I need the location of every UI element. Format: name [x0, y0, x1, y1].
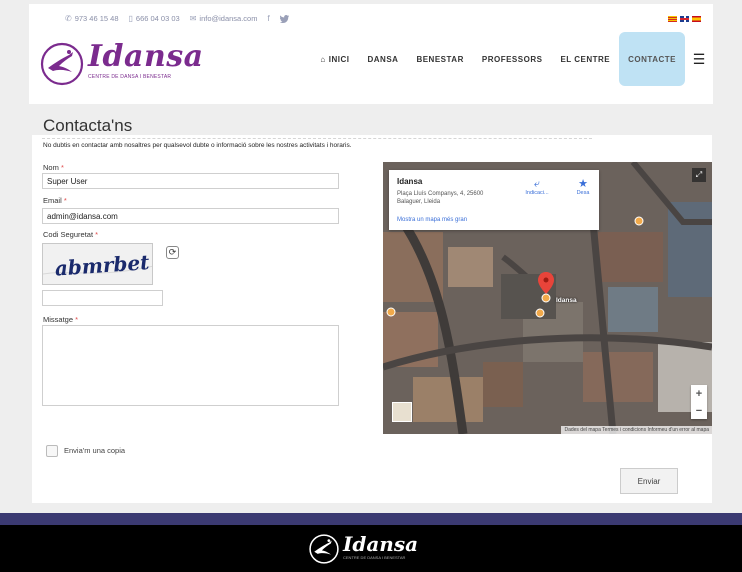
map-place-address: Plaça Lluís Companys, 4, 25600 Balaguer,…	[397, 191, 484, 205]
email-label: Email *	[43, 196, 67, 205]
captcha-image: abmrbet	[42, 243, 153, 285]
mobile-link[interactable]: ▯ 666 04 03 03	[129, 14, 180, 23]
message-label: Missatge *	[43, 315, 79, 324]
facebook-icon[interactable]: f	[267, 14, 269, 23]
nav-item-contacte[interactable]: CONTACTE	[619, 32, 685, 86]
language-switcher	[668, 16, 701, 22]
name-label: Nom *	[43, 163, 64, 172]
star-icon: ★	[578, 178, 588, 190]
mobile-icon: ▯	[128, 14, 133, 23]
larger-map-link[interactable]: Mostra un mapa més gran	[397, 217, 467, 223]
brand-tagline: CENTRE DE DANSA I BENESTAR	[88, 74, 172, 80]
nav-item-professors[interactable]: PROFESSORS	[473, 32, 552, 86]
dancer-logo-icon	[309, 534, 339, 564]
zoom-control: + −	[691, 385, 707, 419]
google-map[interactable]: Idansa Idansa Plaça Lluís Companys, 4, 2…	[383, 162, 712, 434]
map-info-card: Idansa Plaça Lluís Companys, 4, 25600 Ba…	[389, 170, 599, 230]
english-flag-icon[interactable]	[680, 16, 689, 22]
zoom-in-button[interactable]: +	[691, 385, 707, 402]
dancer-logo-icon	[40, 42, 84, 86]
home-icon: ⌂	[320, 54, 326, 64]
send-copy-label: Envia'm una copia	[64, 446, 126, 455]
main-nav: ⌂ INICI DANSA BENESTAR PROFESSORS EL CENT…	[311, 32, 713, 86]
footer-logo[interactable]: Idansa CENTRE DE DANSA I BENESTAR	[308, 533, 418, 565]
brand-name: Idansa	[88, 39, 204, 74]
phone-link[interactable]: ✆ 973 46 15 48	[65, 14, 119, 23]
title-divider	[42, 138, 592, 139]
fullscreen-icon[interactable]: ⤢	[692, 168, 706, 182]
hamburger-menu-icon[interactable]: ☰	[685, 32, 713, 86]
map-attribution[interactable]: Dades del mapa Termes i condicions Infor…	[561, 426, 712, 434]
footer-stripe	[0, 513, 742, 525]
zoom-out-button[interactable]: −	[691, 402, 707, 419]
captcha-label: Codi Seguretat *	[43, 230, 99, 239]
contact-content: Contacta'ns No dubtis en contactar amb n…	[32, 116, 712, 503]
nav-item-inici[interactable]: ⌂ INICI	[311, 32, 358, 86]
site-footer: Idansa CENTRE DE DANSA I BENESTAR	[0, 525, 742, 572]
twitter-icon[interactable]	[279, 14, 289, 23]
directions-button[interactable]: ⤶ Indicaci...	[519, 178, 555, 196]
email-link[interactable]: ✉ info@idansa.com	[190, 14, 258, 23]
captcha-input[interactable]	[42, 290, 163, 306]
captcha-refresh-icon[interactable]: ⟳	[166, 246, 179, 259]
footer-brand-name: Idansa	[343, 532, 419, 556]
name-field[interactable]: Super User	[42, 173, 339, 189]
spanish-flag-icon[interactable]	[692, 16, 701, 22]
nav-item-el-centre[interactable]: EL CENTRE	[551, 32, 619, 86]
send-copy-checkbox[interactable]	[46, 445, 58, 457]
nav-item-benestar[interactable]: BENESTAR	[407, 32, 472, 86]
site-header: ✆ 973 46 15 48 ▯ 666 04 03 03 ✉ info@idansa…	[29, 4, 713, 104]
catalan-flag-icon[interactable]	[668, 16, 677, 22]
map-place-name: Idansa	[397, 177, 423, 186]
email-field[interactable]: admin@idansa.com	[42, 208, 339, 224]
envelope-icon: ✉	[189, 14, 197, 23]
message-textarea[interactable]	[42, 325, 339, 406]
nav-item-dansa[interactable]: DANSA	[358, 32, 407, 86]
save-place-button[interactable]: ★ Desa	[565, 178, 601, 196]
page-subtitle: No dubtis en contactar amb nosaltres per…	[43, 142, 352, 149]
page-title: Contacta'ns	[43, 116, 133, 135]
site-logo[interactable]: Idansa CENTRE DE DANSA I BENESTAR	[39, 41, 204, 87]
contact-topbar: ✆ 973 46 15 48 ▯ 666 04 03 03 ✉ info@idansa…	[65, 14, 289, 23]
map-pin-label: Idansa	[556, 297, 577, 304]
phone-icon: ✆	[65, 14, 72, 23]
send-button[interactable]: Enviar	[620, 468, 678, 494]
directions-icon: ⤶	[533, 178, 541, 190]
map-layer-thumbnail[interactable]	[392, 402, 412, 422]
